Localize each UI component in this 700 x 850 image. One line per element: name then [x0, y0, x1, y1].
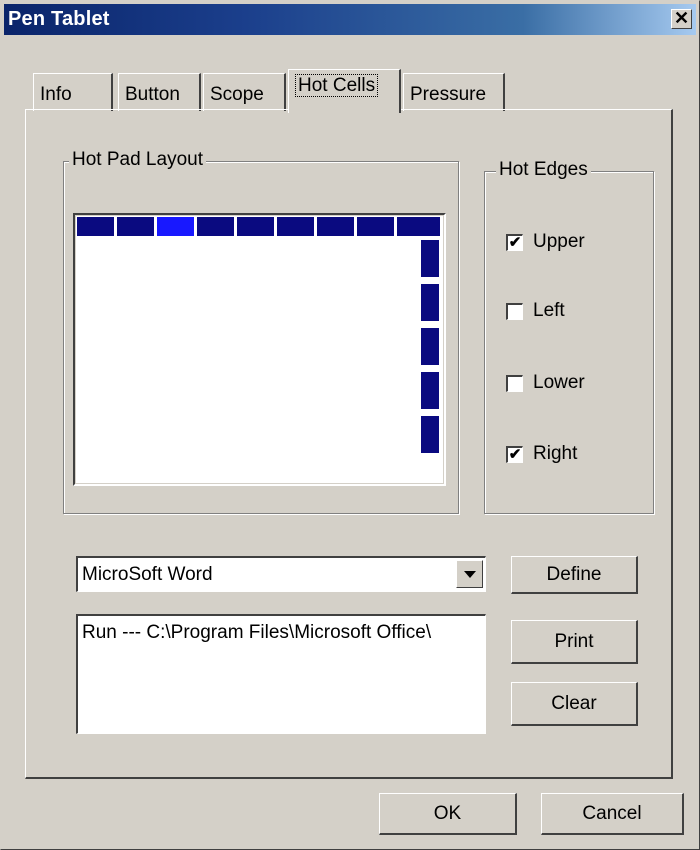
- right-checkbox-row[interactable]: ✔ Right: [506, 443, 577, 465]
- hot-pad-layout-grid[interactable]: [73, 213, 446, 486]
- application-select[interactable]: MicroSoft Word: [76, 556, 486, 592]
- left-label: Left: [533, 300, 565, 321]
- hot-cell-top[interactable]: [357, 217, 394, 236]
- hot-cell-right[interactable]: [421, 328, 439, 365]
- hot-cell-right[interactable]: [421, 240, 439, 277]
- hot-cell-top[interactable]: [77, 217, 114, 236]
- window-title: Pen Tablet: [8, 8, 110, 30]
- print-button[interactable]: Print: [511, 620, 638, 664]
- hot-cell-right[interactable]: [421, 416, 439, 453]
- tab-scope[interactable]: Scope: [203, 73, 286, 111]
- lower-label: Lower: [533, 372, 585, 393]
- tab-info-label: Info: [40, 84, 72, 105]
- cancel-button[interactable]: Cancel: [541, 793, 684, 835]
- close-icon: ✕: [673, 8, 690, 28]
- chevron-down-icon[interactable]: [456, 560, 483, 588]
- hot-pad-layout-label: Hot Pad Layout: [69, 149, 206, 171]
- right-label: Right: [533, 443, 578, 464]
- hot-cell-top[interactable]: [397, 217, 440, 236]
- hot-cell-right[interactable]: [421, 284, 439, 321]
- left-checkbox-row[interactable]: Left: [506, 300, 565, 322]
- upper-checkbox-checked[interactable]: ✔: [506, 233, 523, 251]
- tab-button-label: Button: [125, 84, 180, 105]
- tab-hot-cells-label: Hot Cells: [295, 74, 379, 97]
- tab-button[interactable]: Button: [118, 73, 201, 111]
- tab-info[interactable]: Info: [33, 73, 113, 111]
- right-checkbox-checked[interactable]: ✔: [506, 445, 523, 463]
- hot-cell-right[interactable]: [421, 372, 439, 409]
- pen-tablet-dialog: Pen Tablet ✕ Info Button Scope Hot Cells…: [0, 0, 700, 850]
- upper-checkbox-row[interactable]: ✔ Upper: [506, 231, 585, 253]
- upper-label: Upper: [533, 231, 585, 252]
- tab-pressure[interactable]: Pressure: [403, 73, 505, 111]
- lower-checkbox-row[interactable]: Lower: [506, 372, 585, 394]
- lower-checkbox[interactable]: [506, 374, 523, 392]
- action-list-item[interactable]: Run --- C:\Program Files\Microsoft Offic…: [82, 622, 431, 644]
- application-select-value: MicroSoft Word: [82, 564, 213, 585]
- hot-cell-top[interactable]: [277, 217, 314, 236]
- hot-edges-label: Hot Edges: [496, 159, 591, 181]
- define-button[interactable]: Define: [511, 556, 638, 594]
- close-button[interactable]: ✕: [671, 9, 692, 29]
- clear-button[interactable]: Clear: [511, 682, 638, 726]
- tab-pressure-label: Pressure: [410, 84, 487, 105]
- tab-hot-cells[interactable]: Hot Cells: [288, 69, 401, 113]
- left-checkbox[interactable]: [506, 302, 523, 320]
- tab-scope-label: Scope: [210, 84, 264, 105]
- hot-cell-top[interactable]: [117, 217, 154, 236]
- title-bar[interactable]: Pen Tablet ✕: [4, 4, 696, 35]
- hot-cell-top[interactable]: [237, 217, 274, 236]
- hot-cell-top[interactable]: [197, 217, 234, 236]
- action-list[interactable]: Run --- C:\Program Files\Microsoft Offic…: [76, 614, 486, 734]
- hot-cell-top-selected[interactable]: [157, 217, 194, 236]
- ok-button[interactable]: OK: [379, 793, 517, 835]
- hot-pad-area[interactable]: [76, 216, 443, 483]
- hot-cell-top[interactable]: [317, 217, 354, 236]
